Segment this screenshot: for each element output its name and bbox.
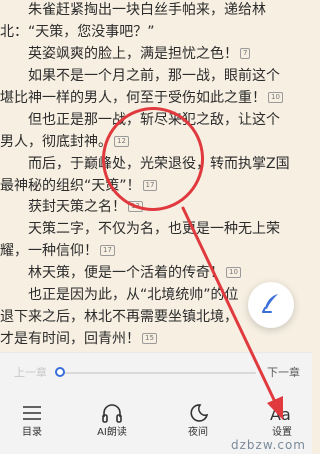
menu-item-catalog[interactable]: 目录 [0,400,64,446]
comment-count-badge[interactable]: 17 [100,244,115,256]
comment-count-badge[interactable]: 10 [226,266,241,278]
chapter-progress-slider[interactable] [55,367,256,377]
next-chapter-button[interactable]: 下一章 [267,366,300,380]
comment-count-badge[interactable]: 7 [240,47,251,59]
menu-item-night-mode[interactable]: 夜间 [166,400,230,446]
text-line: 朱雀赶紧掏出一块白丝手帕来，递给林 [0,2,266,18]
svg-text:Aa: Aa [270,405,291,424]
text-line: 天策二字，不仅为名，也更是一种无上荣 [0,221,280,237]
headphones-icon [80,402,144,424]
comment-count-badge[interactable]: 15 [142,332,157,344]
list-icon [0,402,64,424]
text-line: 英姿飒爽的脸上，满是担忧之色！ 7 [0,44,312,64]
text-line: 耀，一种信仰！ 17 [0,241,312,261]
prev-chapter-button[interactable]: 上一章 [14,366,47,380]
text-line: 北：“天策，您没事吧？” [0,24,155,40]
moon-icon [166,402,230,424]
slider-thumb[interactable] [55,367,65,377]
menu-item-ai-read[interactable]: AI朗读 [80,400,144,446]
watermark: dzbzw.com [231,438,306,452]
text-line: 堪比神一样的男人，何至于受伤如此之重！ 10 [0,88,312,108]
reader-content: 朱雀赶紧掏出一块白丝手帕来，递给林 北：“天策，您没事吧？” 英姿飒爽的脸上，满… [0,0,312,352]
font-settings-icon: Aa [250,402,314,424]
comment-count-badge[interactable]: 10 [268,91,283,103]
text-line: 才是有时间，回青州！ 15 [0,329,312,349]
reader-toolbar: 上一章 下一章 目录 AI朗读 夜间 Aa 设置 dzbzw.com [0,352,312,454]
write-note-button[interactable] [248,282,294,328]
text-line: 如果不是一个月之前，那一战，眼前这个 [0,68,280,84]
text-line: 林天策，便是一个活着的传奇！ 10 [0,263,312,283]
feather-pen-icon [259,291,283,319]
